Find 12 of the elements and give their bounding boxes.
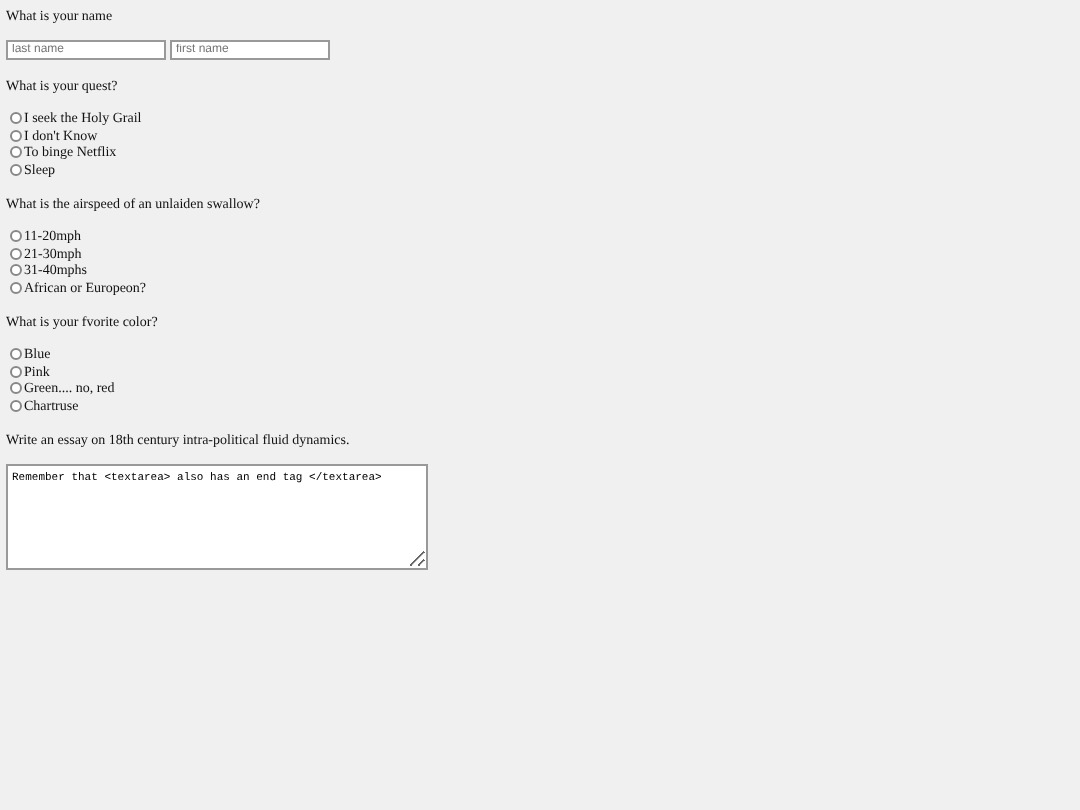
radio-button[interactable]: [10, 382, 22, 395]
radio-button[interactable]: [10, 112, 22, 125]
radio-button[interactable]: [10, 348, 22, 361]
radio-button[interactable]: [10, 129, 22, 142]
radio-button[interactable]: [10, 399, 22, 412]
radio-button[interactable]: [10, 230, 22, 243]
radio-button[interactable]: [10, 247, 22, 260]
radio-button[interactable]: [10, 365, 22, 378]
radio-button[interactable]: [10, 264, 22, 277]
radio-button[interactable]: [10, 281, 22, 294]
radio-button[interactable]: [10, 146, 22, 159]
radio-button[interactable]: [10, 163, 22, 176]
